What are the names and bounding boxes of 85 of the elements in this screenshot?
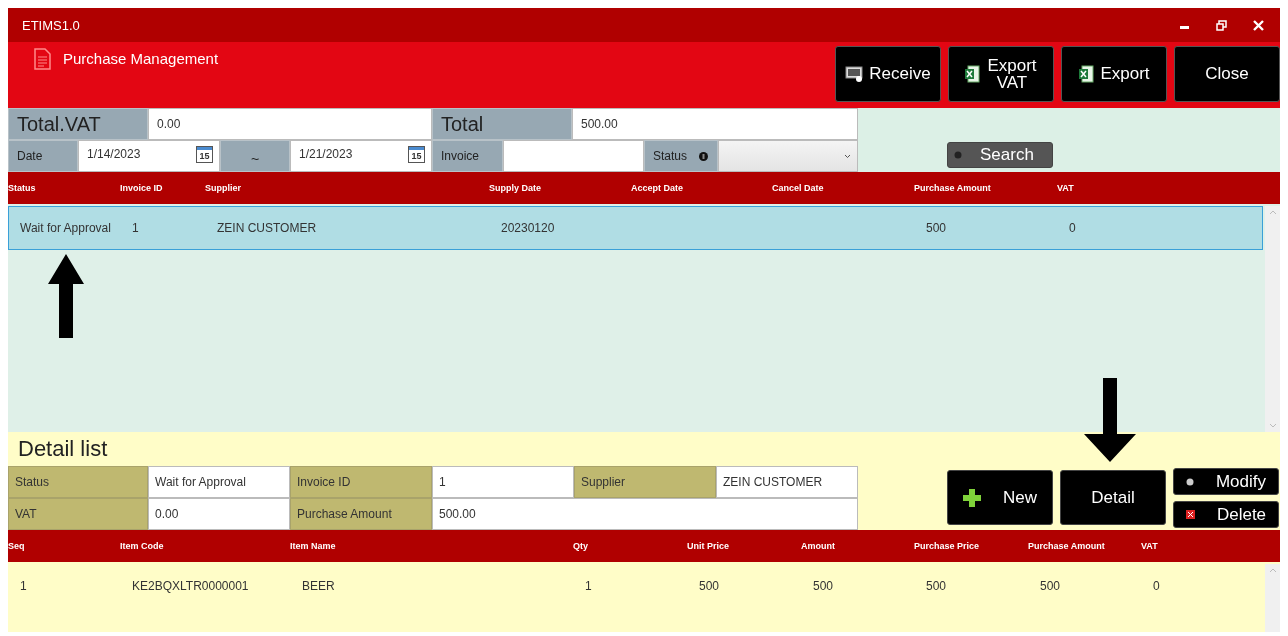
search-button[interactable]: Search <box>947 142 1053 168</box>
toolbar-button[interactable]: Export <box>1061 46 1167 102</box>
close-icon[interactable] <box>1253 19 1264 31</box>
search-icon <box>954 151 962 159</box>
table-cell-text: KE2BQXLTR0000001 <box>131 579 250 593</box>
table-cell-text: 500 <box>925 579 948 593</box>
action-button[interactable]: Delete <box>1173 501 1279 528</box>
column-header[interactable]: Item Code <box>120 541 290 551</box>
spreadsheet-icon <box>964 65 980 83</box>
table-cell-text: 500 <box>812 579 835 593</box>
value-field[interactable]: Wait for Approval <box>148 466 290 498</box>
field-label: Status <box>653 149 688 163</box>
column-header[interactable]: Accept Date <box>631 183 772 193</box>
table-cell-text: 0 <box>1068 221 1077 235</box>
chevron-down-icon <box>844 153 851 159</box>
section-title: Detail list <box>17 435 109 463</box>
restore-icon[interactable] <box>1216 19 1227 31</box>
value-field[interactable]: 1 <box>432 466 574 498</box>
action-button[interactable]: Modify <box>1173 468 1279 495</box>
page-title: Purchase Management <box>63 50 219 67</box>
table-cell-text: 1 <box>131 221 140 235</box>
column-header[interactable]: Seq <box>8 541 120 551</box>
column-header[interactable]: Purchase Amount <box>1028 541 1141 551</box>
toolbar-button[interactable]: Receive <box>835 46 941 102</box>
table-cell-text: ZEIN CUSTOMER <box>216 221 318 235</box>
action-button[interactable]: Detail <box>1060 470 1166 525</box>
table-cell-text: 500 <box>925 221 948 235</box>
field-label: Status <box>8 466 148 498</box>
column-header[interactable]: Supply Date <box>489 183 631 193</box>
table-cell-text: 500 <box>1039 579 1062 593</box>
value-field[interactable]: 500.00 <box>432 498 858 530</box>
column-header[interactable]: Supplier <box>205 183 489 193</box>
date-field[interactable]: 1/14/2023 15 <box>78 140 220 172</box>
plus-icon <box>963 488 981 507</box>
column-header[interactable]: Status <box>8 183 120 193</box>
column-header[interactable]: Qty <box>573 541 687 551</box>
selected-table-row[interactable]: Wait for Approval 1 ZEIN CUSTOMER 20230120 500 0 <box>8 206 1263 250</box>
value-field[interactable]: 500.00 <box>572 108 858 140</box>
table-cell-text: BEER <box>301 579 336 593</box>
field-label: Invoice <box>432 140 503 172</box>
field-label: VAT <box>8 498 148 530</box>
column-header[interactable]: Item Name <box>290 541 573 551</box>
column-header[interactable]: VAT <box>1057 183 1280 193</box>
column-header[interactable]: Purchase Price <box>914 541 1028 551</box>
calendar-icon[interactable]: 15 <box>196 146 213 163</box>
action-button[interactable]: New <box>947 470 1053 525</box>
field-label: Purchase Amount <box>290 498 432 530</box>
field-label: Date <box>8 140 78 172</box>
document-icon <box>34 48 51 70</box>
toolbar-button[interactable]: Close <box>1174 46 1280 102</box>
chevron-up-icon[interactable] <box>1268 210 1277 215</box>
date-field[interactable]: 1/21/2023 15 <box>290 140 432 172</box>
value-field[interactable]: ZEIN CUSTOMER <box>716 466 858 498</box>
field-label: Supplier <box>574 466 716 498</box>
monitor-icon <box>845 66 864 82</box>
column-header[interactable]: Unit Price <box>687 541 801 551</box>
scrollbar[interactable] <box>1265 564 1280 632</box>
field-label: Total.VAT <box>8 108 148 140</box>
scrollbar[interactable] <box>1265 206 1280 432</box>
calendar-icon[interactable]: 15 <box>408 146 425 163</box>
info-icon <box>699 151 709 161</box>
value-field[interactable]: 0.00 <box>148 498 290 530</box>
status-dropdown[interactable] <box>718 140 858 172</box>
invoice-field[interactable] <box>503 140 644 172</box>
range-separator: ~ <box>220 140 290 172</box>
chevron-up-icon[interactable] <box>1268 568 1277 573</box>
column-header[interactable]: Amount <box>801 541 914 551</box>
spreadsheet-icon <box>1078 65 1095 83</box>
table-cell-text: 20230120 <box>500 221 556 235</box>
field-label: Invoice ID <box>290 466 432 498</box>
table-cell-text: 1 <box>584 579 593 593</box>
window-title: ETIMS1.0 <box>22 17 81 33</box>
column-header[interactable]: Cancel Date <box>772 183 914 193</box>
delete-icon <box>1185 510 1195 519</box>
column-header[interactable]: Invoice ID <box>120 183 205 193</box>
field-label: Total <box>432 108 572 140</box>
column-header[interactable]: Purchase Amount <box>914 183 1057 193</box>
toolbar-button[interactable]: Export VAT <box>948 46 1054 102</box>
table-cell-text: 1 <box>19 579 28 593</box>
value-field[interactable]: 0.00 <box>148 108 432 140</box>
table-cell-text: 0 <box>1152 579 1161 593</box>
table-cell-text: 500 <box>698 579 721 593</box>
table-cell-text: Wait for Approval <box>19 221 112 235</box>
column-header[interactable]: VAT <box>1141 541 1280 551</box>
chevron-down-icon[interactable] <box>1268 423 1277 428</box>
